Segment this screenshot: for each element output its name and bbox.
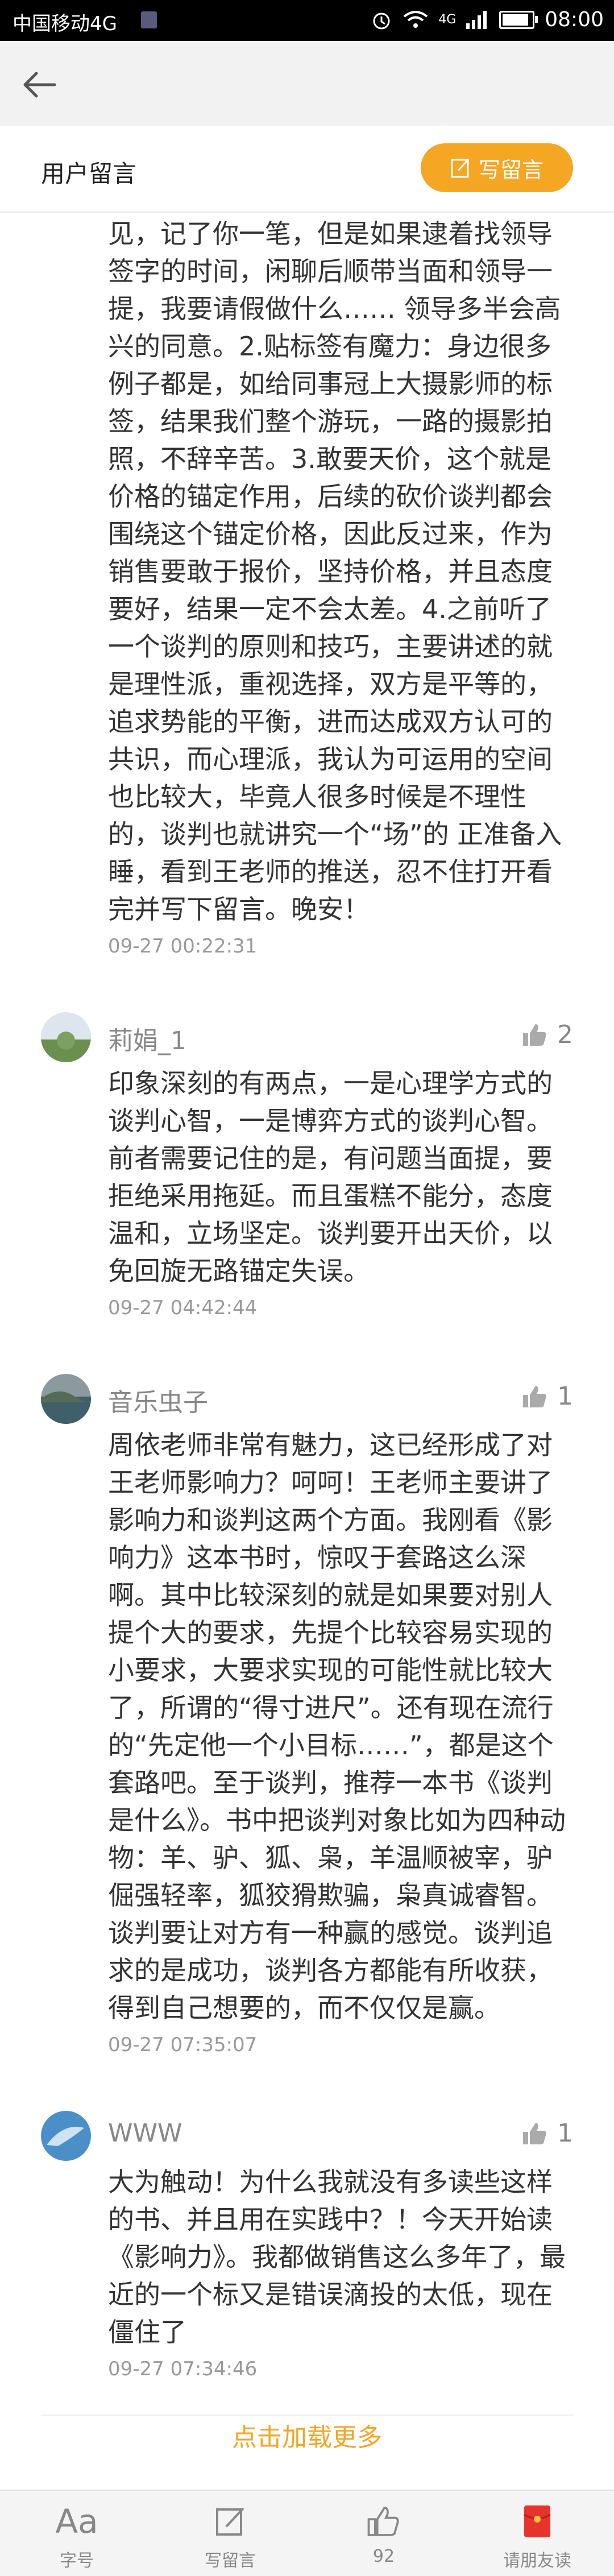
load-more-button[interactable]: 点击加载更多 bbox=[0, 2417, 614, 2453]
comment-time: 09-27 00:22:31 bbox=[108, 935, 258, 958]
like-count: 1 bbox=[557, 1382, 573, 1411]
like-button[interactable]: 1 bbox=[522, 1382, 573, 1411]
invite-friend-label: 请朋友读 bbox=[503, 2551, 571, 2571]
signal-icon bbox=[466, 10, 487, 29]
article-like-count: 92 bbox=[372, 2546, 395, 2566]
comment-username: WWW bbox=[108, 2119, 182, 2148]
alarm-icon bbox=[373, 13, 390, 29]
font-size-label: 字号 bbox=[60, 2551, 94, 2571]
comment-username: 莉娟_1 bbox=[108, 1026, 186, 1055]
avatar[interactable] bbox=[41, 2111, 91, 2161]
like-count: 2 bbox=[557, 1020, 573, 1049]
nav-bar bbox=[0, 41, 614, 126]
thumbs-up-icon bbox=[523, 2122, 546, 2144]
divider bbox=[41, 2415, 573, 2416]
font-size-button[interactable]: Aa 字号 bbox=[0, 2491, 154, 2576]
carrier-label: 中国移动4G bbox=[13, 13, 117, 35]
comment-username: 音乐虫子 bbox=[108, 1388, 208, 1417]
write-comment-tab-label: 写留言 bbox=[205, 2551, 256, 2571]
thumbs-up-icon bbox=[523, 1385, 546, 1407]
like-count: 1 bbox=[557, 2119, 573, 2148]
back-button[interactable] bbox=[19, 65, 59, 105]
like-button[interactable]: 2 bbox=[522, 1020, 573, 1049]
thumbs-up-icon bbox=[523, 1024, 546, 1046]
bottom-toolbar: Aa 字号 写留言 92 请朋友读 bbox=[0, 2490, 614, 2576]
status-bar: 中国移动4G 4G 08:00 bbox=[0, 0, 614, 41]
comment-text: 大为触动！为什么我就没有多读些这样的书、并且用在实践中？！今天开始读《影响力》。… bbox=[108, 2167, 566, 2347]
thumbs-up-icon bbox=[367, 2507, 399, 2536]
comment-time: 09-27 07:35:07 bbox=[108, 2034, 258, 2056]
comment-time: 09-27 04:42:44 bbox=[108, 1297, 258, 1319]
edit-icon bbox=[451, 158, 470, 178]
like-article-button[interactable]: 92 bbox=[307, 2491, 460, 2576]
sim-icon bbox=[141, 11, 157, 28]
network-type-label: 4G bbox=[438, 13, 457, 27]
comment-item: WWW 1 大为触动！为什么我就没有多读些这样的书、并且用在实践中？！今天开始读… bbox=[0, 2111, 614, 2380]
arrow-left-icon bbox=[23, 72, 56, 98]
title-bar: 用户留言 写留言 bbox=[0, 126, 614, 213]
clock: 08:00 bbox=[545, 8, 604, 31]
comment-item: 莉娟_1 2 印象深刻的有两点，一是心理学方式的谈判心智，一是博弈方式的谈判心智… bbox=[0, 1012, 614, 1319]
edit-icon bbox=[216, 2507, 244, 2536]
comment-item: 音乐虫子 1 周依老师非常有魅力，这已经形成了对王老师影响力？呵呵！王老师主要讲… bbox=[0, 1374, 614, 2056]
comment-text: 印象深刻的有两点，一是心理学方式的谈判心智，一是博弈方式的谈判心智。前者需要记住… bbox=[108, 1068, 553, 1286]
invite-friend-button[interactable]: 请朋友读 bbox=[460, 2491, 614, 2576]
write-comment-label: 写留言 bbox=[478, 157, 544, 183]
avatar[interactable] bbox=[41, 1012, 91, 1062]
comment-list: 见，记了你一笔，但是如果逮着找领导签字的时间，闲聊后顺带当面和领导一提，我要请假… bbox=[0, 212, 614, 2416]
write-comment-tab[interactable]: 写留言 bbox=[154, 2491, 307, 2576]
font-size-icon: Aa bbox=[55, 2502, 98, 2541]
wifi-icon bbox=[403, 10, 428, 28]
red-envelope-icon bbox=[524, 2505, 551, 2537]
like-button[interactable]: 1 bbox=[522, 2119, 573, 2148]
comment-time: 09-27 07:34:46 bbox=[108, 2358, 258, 2380]
battery-icon bbox=[499, 10, 538, 29]
comment-text: 见，记了你一笔，但是如果逮着找领导签字的时间，闲聊后顺带当面和领导一提，我要请假… bbox=[108, 218, 562, 925]
avatar[interactable] bbox=[41, 1374, 91, 1424]
comment-text: 周依老师非常有魅力，这已经形成了对王老师影响力？呵呵！王老师主要讲了影响力和谈判… bbox=[108, 1430, 566, 2023]
write-comment-button[interactable]: 写留言 bbox=[421, 143, 573, 192]
comment-item: 见，记了你一笔，但是如果逮着找领导签字的时间，闲聊后顺带当面和领导一提，我要请假… bbox=[0, 215, 614, 958]
page-title: 用户留言 bbox=[41, 160, 137, 188]
